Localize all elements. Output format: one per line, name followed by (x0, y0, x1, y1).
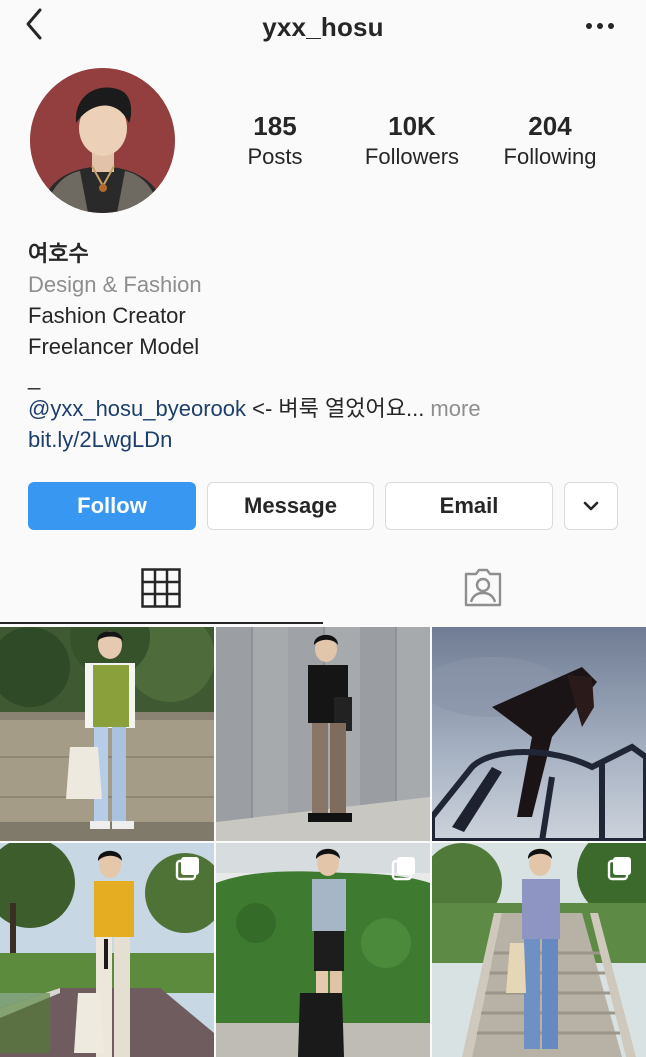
following-count: 204 (528, 111, 572, 141)
chevron-down-icon (583, 501, 599, 511)
bio-mention-line: @yxx_hosu_byeorook <- 벼룩 열었어요... more (28, 393, 628, 424)
grid-icon (141, 568, 181, 608)
post-thumbnail[interactable] (0, 843, 214, 1057)
posts-grid (0, 627, 646, 1057)
suggested-dropdown-button[interactable] (564, 482, 618, 530)
post-thumbnail[interactable] (432, 843, 646, 1057)
post-thumbnail[interactable] (432, 627, 646, 841)
bio-line-3: _ (28, 365, 41, 390)
profile-stats: 185 Posts 10K Followers 204 Following (205, 110, 625, 180)
stat-following[interactable]: 204 Following (480, 110, 620, 172)
tagged-person-icon (464, 568, 502, 607)
tab-posts-grid[interactable] (0, 552, 323, 624)
bio-mention-link[interactable]: @yxx_hosu_byeorook (28, 396, 246, 421)
bio-website-link[interactable]: bit.ly/2LwgLDn (28, 424, 628, 455)
post-thumbnail[interactable] (216, 843, 430, 1057)
followers-label: Followers (364, 144, 460, 169)
multiple-photos-icon (175, 857, 199, 881)
stat-posts[interactable]: 185 Posts (205, 110, 345, 172)
stat-followers[interactable]: 10K Followers (342, 110, 482, 172)
active-tab-indicator (0, 622, 323, 624)
profile-username: yxx_hosu (262, 12, 384, 42)
profile-tabs (0, 552, 646, 624)
follow-button[interactable]: Follow (28, 482, 196, 530)
profile-avatar[interactable] (30, 68, 175, 213)
bio-mention-text: <- 벼룩 열었어요... (246, 396, 425, 421)
multiple-photos-icon (607, 857, 631, 881)
bio-more-link[interactable]: more (424, 396, 480, 421)
posts-count: 185 (253, 111, 297, 141)
tab-tagged[interactable] (323, 552, 646, 624)
more-horizontal-icon[interactable] (584, 16, 616, 36)
profile-bio: 여호수 Design & Fashion Fashion Creator Fre… (28, 238, 628, 455)
following-label: Following (503, 144, 597, 169)
bio-line-1: Fashion Creator (28, 303, 186, 328)
post-thumbnail[interactable] (0, 627, 214, 841)
profile-header: yxx_hosu (0, 0, 646, 52)
email-button[interactable]: Email (385, 482, 553, 530)
profile-category: Design & Fashion (28, 272, 202, 297)
followers-count: 10K (388, 111, 436, 141)
post-thumbnail[interactable] (216, 627, 430, 841)
posts-label: Posts (247, 144, 303, 169)
multiple-photos-icon (391, 857, 415, 881)
bio-line-2: Freelancer Model (28, 334, 200, 359)
profile-full-name: 여호수 (28, 241, 89, 266)
avatar-photo (30, 68, 175, 213)
message-button[interactable]: Message (207, 482, 374, 530)
